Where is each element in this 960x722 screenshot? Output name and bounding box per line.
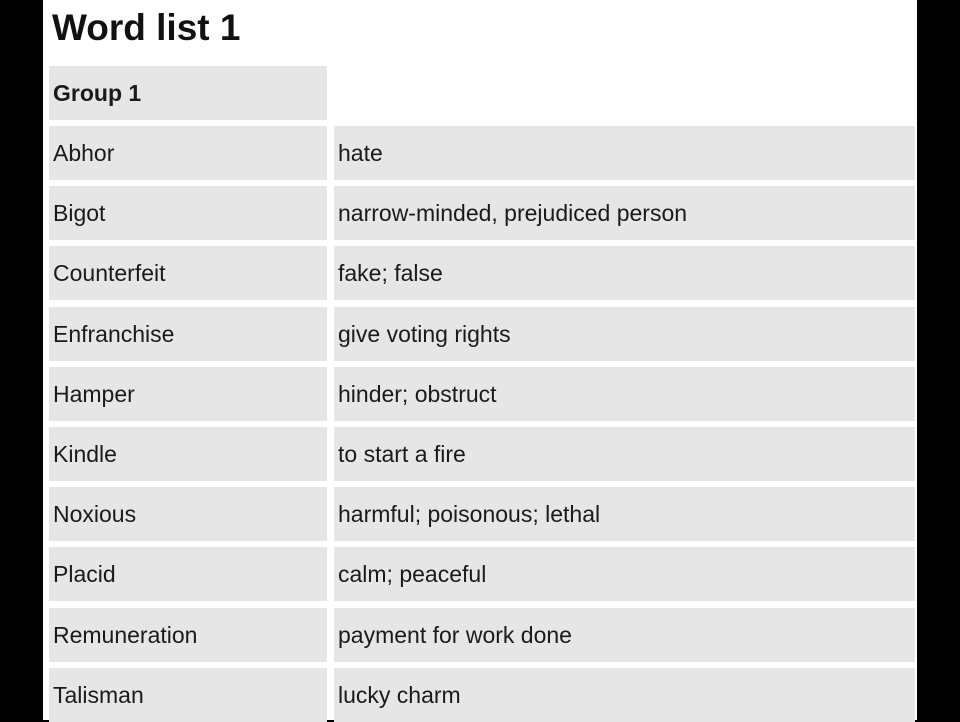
definition-cell: payment for work done <box>334 607 915 662</box>
definition-cell: hinder; obstruct <box>334 366 915 421</box>
word-cell: Talisman <box>49 667 327 722</box>
definition-cell: lucky charm <box>334 667 915 722</box>
document-page: Word list 1 Group 1 Abhor hate Bigot narrow… <box>43 0 917 722</box>
definition-cell: give voting rights <box>334 306 915 361</box>
word-cell: Kindle <box>49 427 327 481</box>
page-title: Word list 1 <box>52 7 241 48</box>
definition-cell: fake; false <box>334 246 915 301</box>
word-cell: Hamper <box>49 366 327 421</box>
word-cell: Abhor <box>49 126 327 180</box>
definition-cell: narrow-minded, prejudiced person <box>334 186 915 241</box>
word-cell: Remuneration <box>49 607 327 662</box>
definition-cell: to start a fire <box>334 427 915 481</box>
word-cell: Placid <box>49 547 327 602</box>
word-cell: Enfranchise <box>49 306 327 361</box>
group-header-cell: Group 1 <box>49 66 327 120</box>
definition-cell: hate <box>334 126 915 180</box>
definition-cell: harmful; poisonous; lethal <box>334 487 915 542</box>
word-cell: Bigot <box>49 186 327 241</box>
word-cell: Counterfeit <box>49 246 327 301</box>
word-cell: Noxious <box>49 487 327 542</box>
definition-cell: calm; peaceful <box>334 547 915 602</box>
